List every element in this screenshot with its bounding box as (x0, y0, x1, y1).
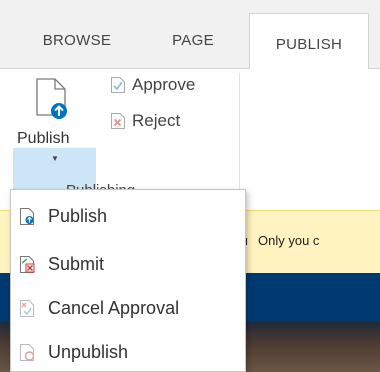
reject-icon (110, 113, 126, 129)
status-message: Only you c (258, 233, 320, 248)
publish-page-icon (35, 77, 69, 128)
cancel-approval-icon (19, 299, 35, 317)
chevron-down-icon: ▼ (51, 154, 59, 163)
publish-dropdown-menu: Publish Submit Cancel Approval Unpublish (10, 189, 246, 372)
approve-label: Approve (132, 75, 196, 94)
publish-button-label: Publish (17, 130, 70, 147)
publish-button[interactable]: Publish (13, 73, 96, 148)
unpublish-page-icon (19, 343, 35, 361)
approve-button[interactable]: Approve (110, 73, 195, 97)
ribbon-tab-strip: BROWSE PAGE PUBLISH (0, 0, 380, 70)
publish-page-icon (19, 207, 35, 225)
menu-item-submit[interactable]: Submit (11, 242, 245, 286)
tab-browse[interactable]: BROWSE (24, 26, 130, 69)
reject-button[interactable]: Reject (110, 109, 180, 133)
ribbon-divider (239, 73, 240, 203)
menu-item-cancel-approval[interactable]: Cancel Approval (11, 286, 245, 330)
menu-item-unpublish[interactable]: Unpublish (11, 330, 245, 372)
menu-item-label: Cancel Approval (48, 297, 180, 318)
tab-publish[interactable]: PUBLISH (249, 13, 369, 70)
submit-page-icon (19, 255, 35, 273)
menu-item-label: Unpublish (48, 341, 129, 362)
tab-page[interactable]: PAGE (153, 26, 233, 69)
approve-icon (110, 77, 126, 93)
menu-item-label: Publish (48, 205, 108, 226)
menu-item-publish[interactable]: Publish (11, 194, 245, 238)
menu-item-label: Submit (48, 253, 105, 274)
reject-label: Reject (132, 111, 181, 130)
